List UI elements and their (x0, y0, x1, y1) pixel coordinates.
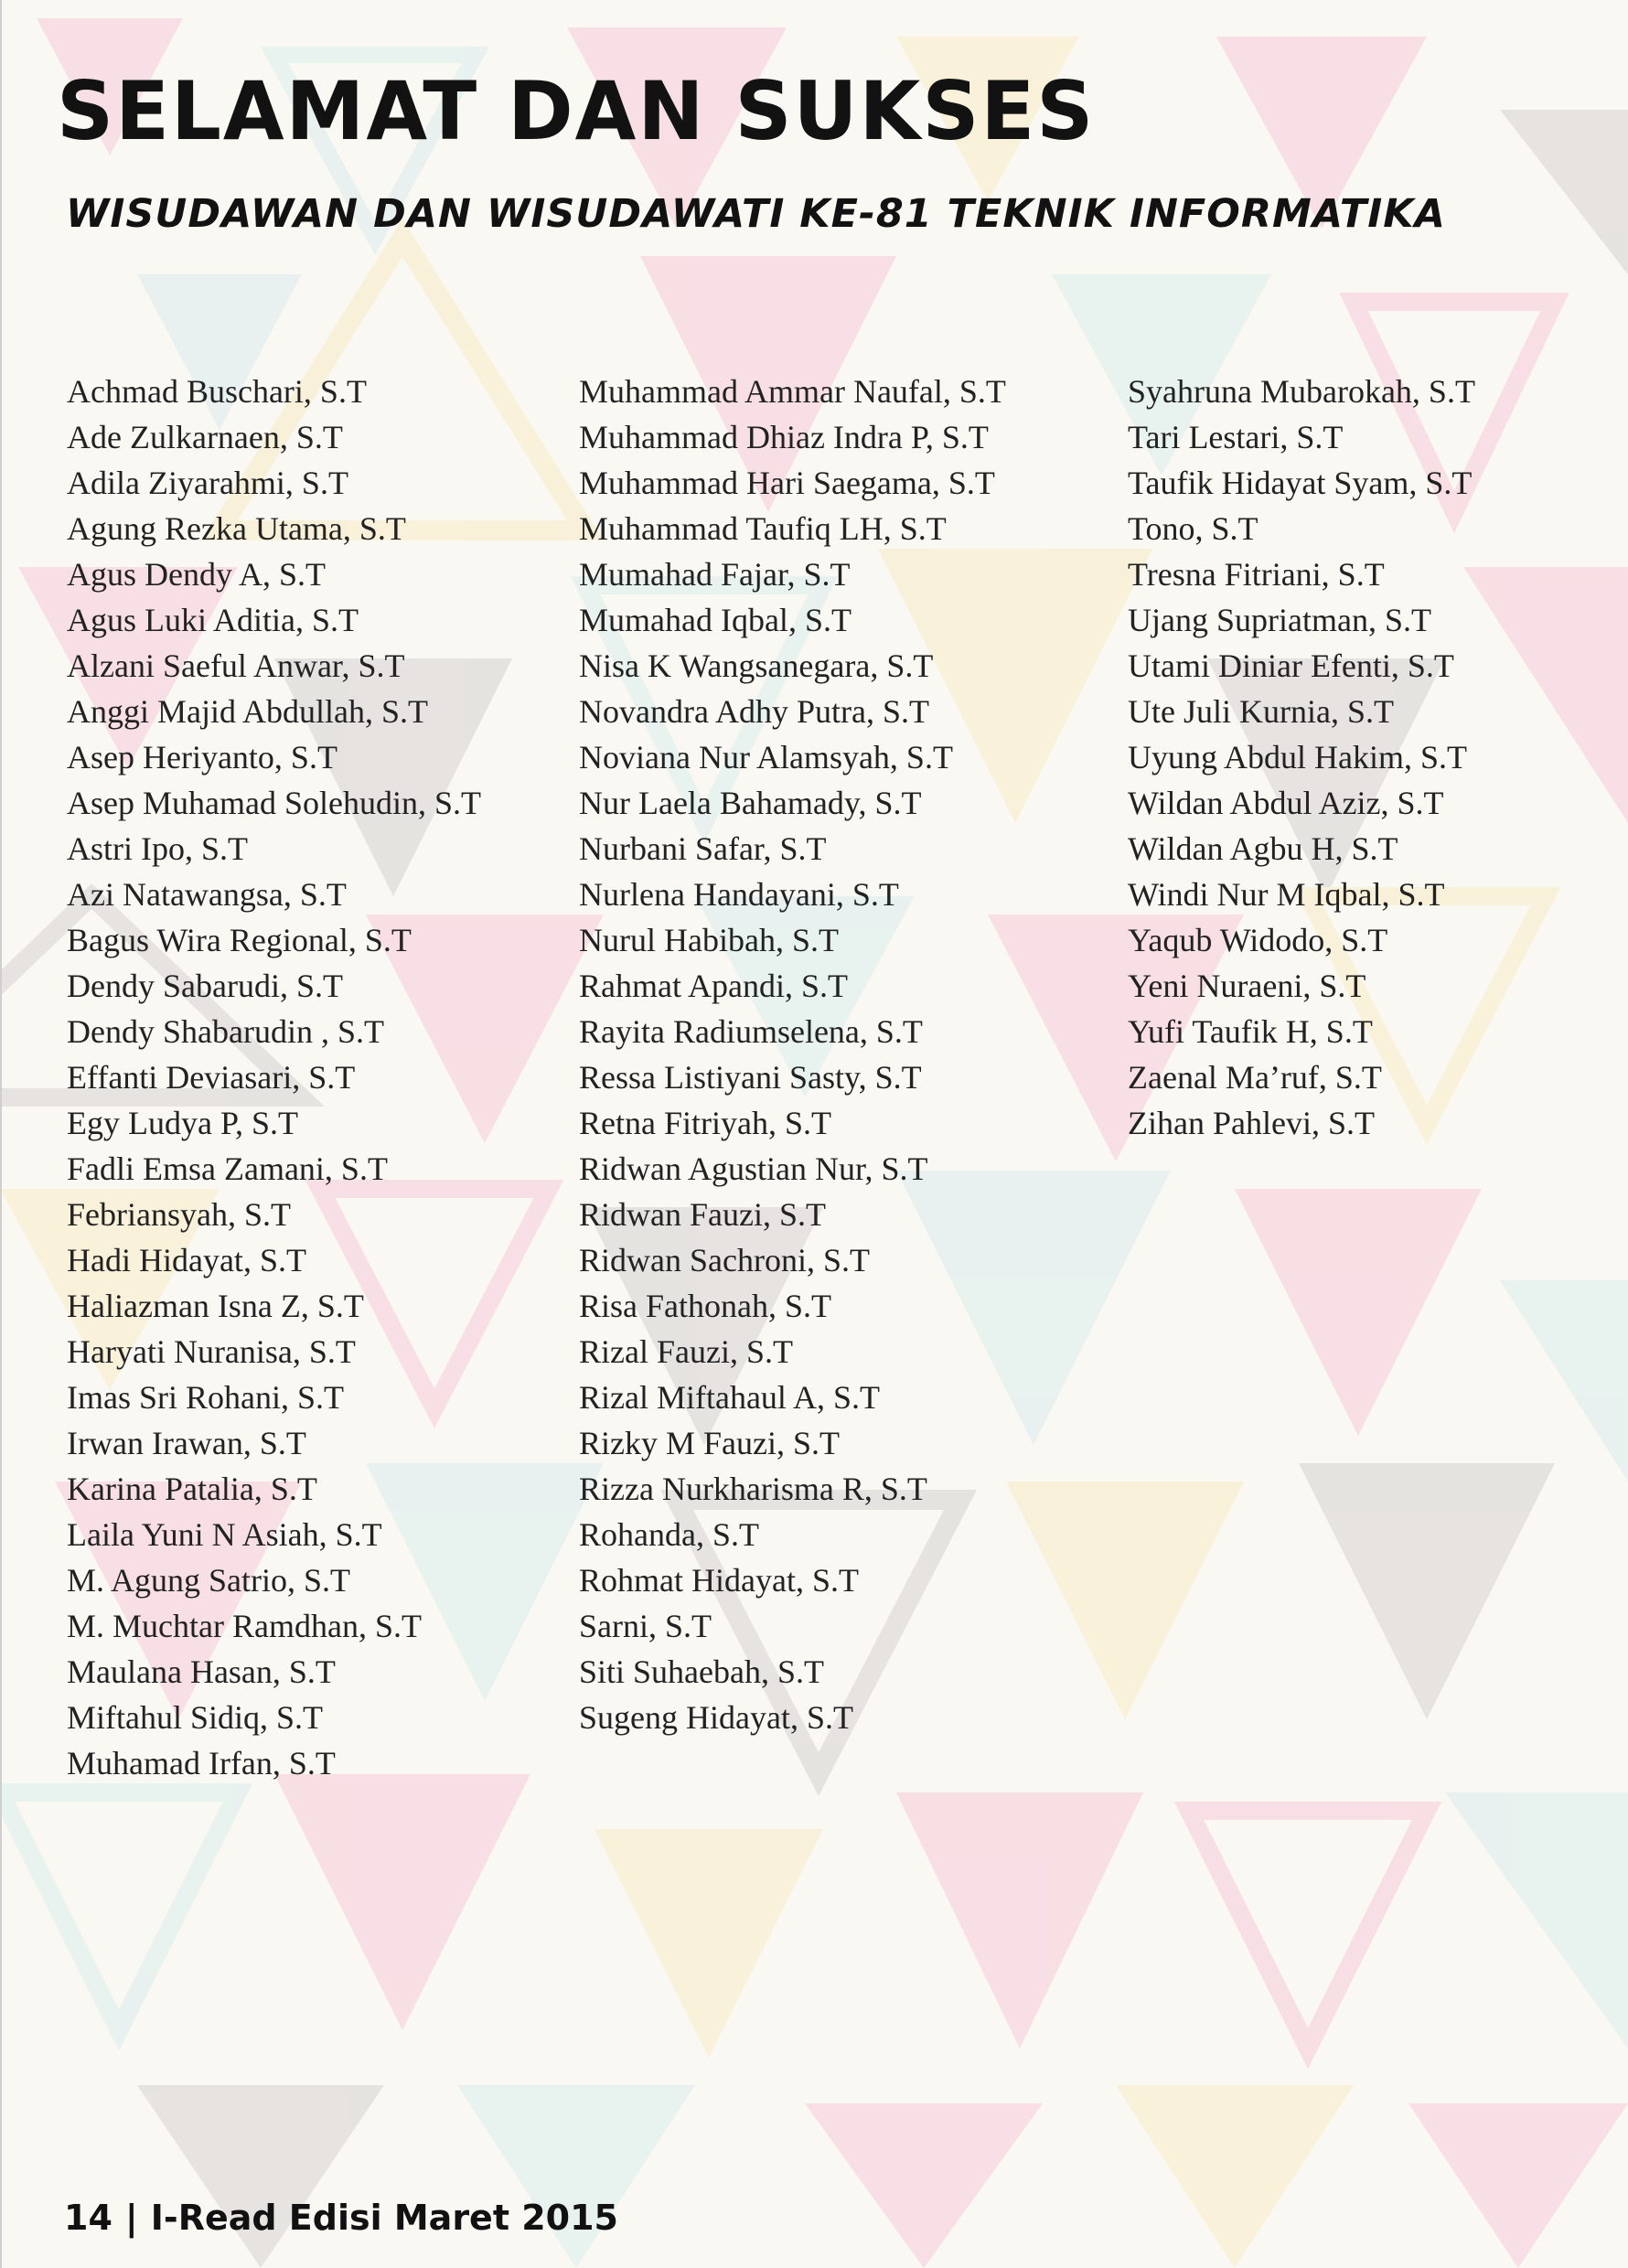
graduate-name: Rizal Miftahaul A, S.T (579, 1379, 880, 1416)
page-number: 14 (64, 2198, 112, 2238)
graduate-name: Yaqub Widodo, S.T (1128, 922, 1388, 958)
graduate-name: Agus Luki Aditia, S.T (67, 602, 359, 638)
graduate-name: Nisa K Wangsanegara, S.T (579, 647, 934, 684)
graduate-name: Retna Fitriyah, S.T (579, 1105, 831, 1141)
graduate-name: Muhammad Ammar Naufal, S.T (579, 373, 1006, 410)
graduate-name: Zaenal Ma’ruf, S.T (1128, 1059, 1382, 1096)
page-left-border (0, 0, 2, 2268)
graduate-name: Nur Laela Bahamady, S.T (579, 785, 922, 821)
graduate-name: Nurul Habibah, S.T (579, 922, 839, 958)
graduate-name: Noviana Nur Alamsyah, S.T (579, 739, 953, 776)
graduate-name: Dendy Shabarudin , S.T (67, 1013, 384, 1050)
graduate-name: Agung Rezka Utama, S.T (67, 510, 406, 547)
graduate-name: Wildan Abdul Aziz, S.T (1128, 785, 1444, 821)
graduate-name: Siti Suhaebah, S.T (579, 1653, 824, 1690)
graduate-name: Rohmat Hidayat, S.T (579, 1562, 859, 1599)
graduate-name: Rizal Fauzi, S.T (579, 1333, 793, 1370)
graduate-name: Uyung Abdul Hakim, S.T (1128, 739, 1468, 776)
graduate-name: Astri Ipo, S.T (67, 830, 248, 867)
graduate-name: Miftahul Sidiq, S.T (67, 1699, 324, 1736)
graduate-name: Alzani Saeful Anwar, S.T (67, 647, 405, 684)
graduate-name: Yufi Taufik H, S.T (1128, 1013, 1373, 1050)
graduate-name: Irwan Irawan, S.T (67, 1425, 306, 1461)
graduate-name: Novandra Adhy Putra, S.T (579, 693, 929, 730)
graduate-name: Ridwan Sachroni, S.T (579, 1242, 870, 1278)
graduate-name: Ridwan Agustian Nur, S.T (579, 1150, 928, 1187)
graduate-name: Hadi Hidayat, S.T (67, 1242, 306, 1278)
graduate-name: Rizky M Fauzi, S.T (579, 1425, 840, 1461)
publication-name: I-Read Edisi Maret 2015 (150, 2198, 618, 2238)
graduate-name: Karina Patalia, S.T (67, 1471, 317, 1507)
graduate-name: Imas Sri Rohani, S.T (67, 1379, 344, 1416)
graduate-name: Anggi Majid Abdullah, S.T (67, 693, 428, 730)
graduate-name: Nurlena Handayani, S.T (579, 876, 899, 913)
graduate-name: Bagus Wira Regional, S.T (67, 922, 412, 958)
graduate-name: Syahruna Mubarokah, S.T (1128, 373, 1475, 410)
graduate-name: Mumahad Fajar, S.T (579, 556, 851, 593)
graduate-name: Asep Heriyanto, S.T (67, 739, 337, 776)
graduate-name: Nurbani Safar, S.T (579, 830, 827, 867)
graduate-name: Rohanda, S.T (579, 1516, 759, 1553)
graduate-name: M. Agung Satrio, S.T (67, 1562, 351, 1599)
graduate-name: Agus Dendy A, S.T (67, 556, 327, 593)
graduate-name: Haryati Nuranisa, S.T (67, 1333, 356, 1370)
graduate-name: Muhammad Taufiq LH, S.T (579, 510, 947, 547)
graduate-name: Zihan Pahlevi, S.T (1128, 1105, 1375, 1141)
graduate-name: Muhamad Irfan, S.T (67, 1745, 336, 1781)
graduate-name: Tresna Fitriani, S.T (1128, 556, 1385, 593)
graduate-name: M. Muchtar Ramdhan, S.T (67, 1608, 422, 1644)
graduate-name: Egy Ludya P, S.T (67, 1105, 299, 1141)
graduate-name: Ressa Listiyani Sasty, S.T (579, 1059, 922, 1096)
graduate-name: Rizza Nurkharisma R, S.T (579, 1471, 927, 1507)
footer-separator: | (124, 2198, 138, 2238)
graduate-name: Yeni Nuraeni, S.T (1128, 968, 1366, 1004)
page-title: SELAMAT DAN SUKSES (57, 64, 1096, 158)
graduate-name: Dendy Sabarudi, S.T (67, 968, 343, 1004)
graduate-name: Muhammad Dhiaz Indra P, S.T (579, 419, 989, 455)
graduate-list-column-2: Muhammad Ammar Naufal, S.T Muhammad Dhiaz… (579, 369, 1006, 1740)
graduate-name: Asep Muhamad Solehudin, S.T (67, 785, 481, 821)
graduate-name: Wildan Agbu H, S.T (1128, 830, 1398, 867)
graduate-name: Haliazman Isna Z, S.T (67, 1288, 364, 1324)
page-subtitle: WISUDAWAN DAN WISUDAWATI KE-81 TEKNIK IN… (66, 191, 1446, 237)
graduate-name: Effanti Deviasari, S.T (67, 1059, 356, 1096)
graduate-name: Achmad Buschari, S.T (67, 373, 367, 410)
graduate-name: Windi Nur M Iqbal, S.T (1128, 876, 1445, 913)
graduate-name: Azi Natawangsa, S.T (67, 876, 347, 913)
graduate-name: Tono, S.T (1128, 510, 1258, 547)
graduate-list-column-3: Syahruna Mubarokah, S.T Tari Lestari, S.T… (1128, 369, 1475, 1146)
graduate-name: Utami Diniar Efenti, S.T (1128, 647, 1454, 684)
graduate-name: Risa Fathonah, S.T (579, 1288, 831, 1324)
graduate-name: Muhammad Hari Saegama, S.T (579, 465, 995, 501)
graduate-name: Maulana Hasan, S.T (67, 1653, 336, 1690)
graduate-name: Laila Yuni N Asiah, S.T (67, 1516, 382, 1553)
graduate-name: Ridwan Fauzi, S.T (579, 1196, 826, 1233)
graduate-name: Tari Lestari, S.T (1128, 419, 1344, 455)
graduate-name: Mumahad Iqbal, S.T (579, 602, 851, 638)
graduate-list-column-1: Achmad Buschari, S.T Ade Zulkarnaen, S.T A… (67, 369, 481, 1786)
graduate-name: Ujang Supriatman, S.T (1128, 602, 1431, 638)
graduate-name: Adila Ziyarahmi, S.T (67, 465, 348, 501)
page-footer: 14 | I-Read Edisi Maret 2015 (64, 2195, 618, 2241)
graduate-name: Ute Juli Kurnia, S.T (1128, 693, 1394, 730)
graduate-name: Rayita Radiumselena, S.T (579, 1013, 923, 1050)
graduate-name: Rahmat Apandi, S.T (579, 968, 848, 1004)
graduate-name: Sarni, S.T (579, 1608, 712, 1644)
graduate-name: Sugeng Hidayat, S.T (579, 1699, 853, 1736)
graduate-name: Fadli Emsa Zamani, S.T (67, 1150, 388, 1187)
graduate-name: Febriansyah, S.T (67, 1196, 291, 1233)
graduate-name: Taufik Hidayat Syam, S.T (1128, 465, 1473, 501)
graduate-name: Ade Zulkarnaen, S.T (67, 419, 343, 455)
